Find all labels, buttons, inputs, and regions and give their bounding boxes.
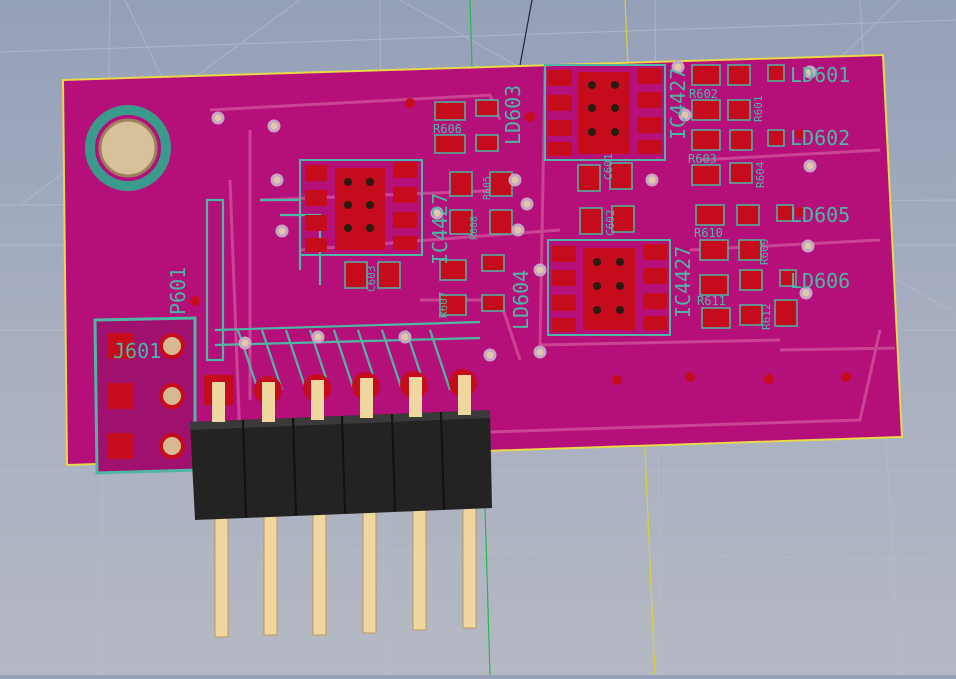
led-label: LD606 xyxy=(790,269,850,293)
ic-label: IC4427 xyxy=(671,246,695,318)
ref-label: R607 xyxy=(437,292,450,319)
led-label: LD602 xyxy=(790,126,850,150)
led-label: LD601 xyxy=(790,63,850,87)
mounting-hole xyxy=(98,118,158,178)
board-3d-render: R606 R602 R603 R610 R611 R601 R604 R609 … xyxy=(0,0,956,676)
ref-label: R604 xyxy=(754,161,767,188)
ref-label: R606 xyxy=(433,122,462,136)
ic-label: IC4427 xyxy=(428,193,452,265)
ref-label: R612 xyxy=(760,304,773,331)
ref-label: R601 xyxy=(752,96,765,123)
ref-label: C601 xyxy=(602,154,615,181)
ref-label: R609 xyxy=(758,239,771,266)
ref-label: C603 xyxy=(365,266,378,293)
ref-label: R611 xyxy=(697,294,726,308)
led-label: LD604 xyxy=(509,270,533,330)
ref-label: R610 xyxy=(694,226,723,240)
led-label: LD603 xyxy=(501,85,525,145)
ref-label: C602 xyxy=(604,210,617,237)
ref-label: R608 xyxy=(469,216,480,240)
connector-label: J601 xyxy=(113,339,161,363)
ref-label: R602 xyxy=(689,87,718,101)
3d-viewport[interactable]: R606 R602 R603 R610 R611 R601 R604 R609 … xyxy=(0,0,956,676)
ref-label: R605 xyxy=(482,176,493,200)
ic-label: IC4427 xyxy=(666,68,690,140)
led-label: LD605 xyxy=(790,203,850,227)
ref-label: R603 xyxy=(688,152,717,166)
connector-label: P601 xyxy=(166,267,190,315)
